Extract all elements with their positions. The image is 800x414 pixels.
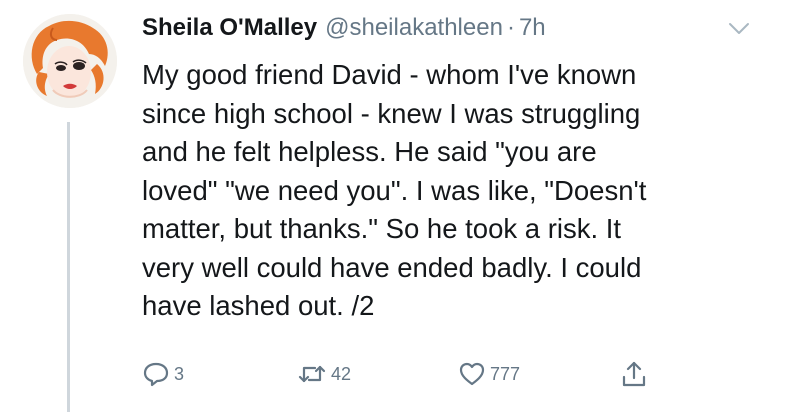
chevron-down-icon	[729, 23, 749, 34]
separator-dot: ·	[506, 14, 515, 41]
tweet-text-line: have lashed out. /2	[142, 290, 375, 321]
timestamp[interactable]: 7h	[519, 14, 546, 42]
like-count: 777	[490, 363, 521, 384]
avatar-illustration	[23, 14, 117, 108]
like-button[interactable]: 777	[458, 354, 520, 394]
author-name[interactable]: Sheila O'Malley	[142, 14, 317, 42]
tweet-text: My good friend David - whom I've known s…	[142, 56, 762, 326]
tweet-text-line: very well could have ended badly. I coul…	[142, 251, 642, 283]
reply-icon	[143, 362, 169, 387]
tweet: Sheila O'Malley @sheilakathleen · 7h My …	[0, 0, 800, 414]
tweet-text-line: loved" "we need you". I was like, "Doesn…	[142, 174, 647, 206]
thread-line	[67, 122, 70, 412]
tweet-menu-button[interactable]	[728, 22, 750, 36]
tweet-actions: 3 42 777	[142, 354, 662, 394]
retweet-button[interactable]: 42	[297, 354, 351, 394]
tweet-text-line: matter, but thanks." So he took a risk. …	[142, 213, 622, 244]
share-button[interactable]	[620, 354, 648, 394]
author-handle[interactable]: @sheilakathleen	[325, 14, 503, 42]
avatar[interactable]	[23, 14, 117, 108]
reply-count: 3	[174, 363, 185, 384]
tweet-text-line: and he felt helpless. He said "you are	[142, 136, 597, 167]
share-icon	[622, 361, 646, 387]
retweet-count: 42	[331, 363, 352, 384]
tweet-text-line: since high school - knew I was strugglin…	[142, 97, 641, 129]
heart-icon	[459, 362, 485, 386]
tweet-text-line: My good friend David - whom I've known	[142, 59, 637, 90]
tweet-header: Sheila O'Malley @sheilakathleen · 7h	[142, 14, 546, 48]
reply-button[interactable]: 3	[142, 354, 184, 394]
retweet-icon	[298, 365, 326, 383]
